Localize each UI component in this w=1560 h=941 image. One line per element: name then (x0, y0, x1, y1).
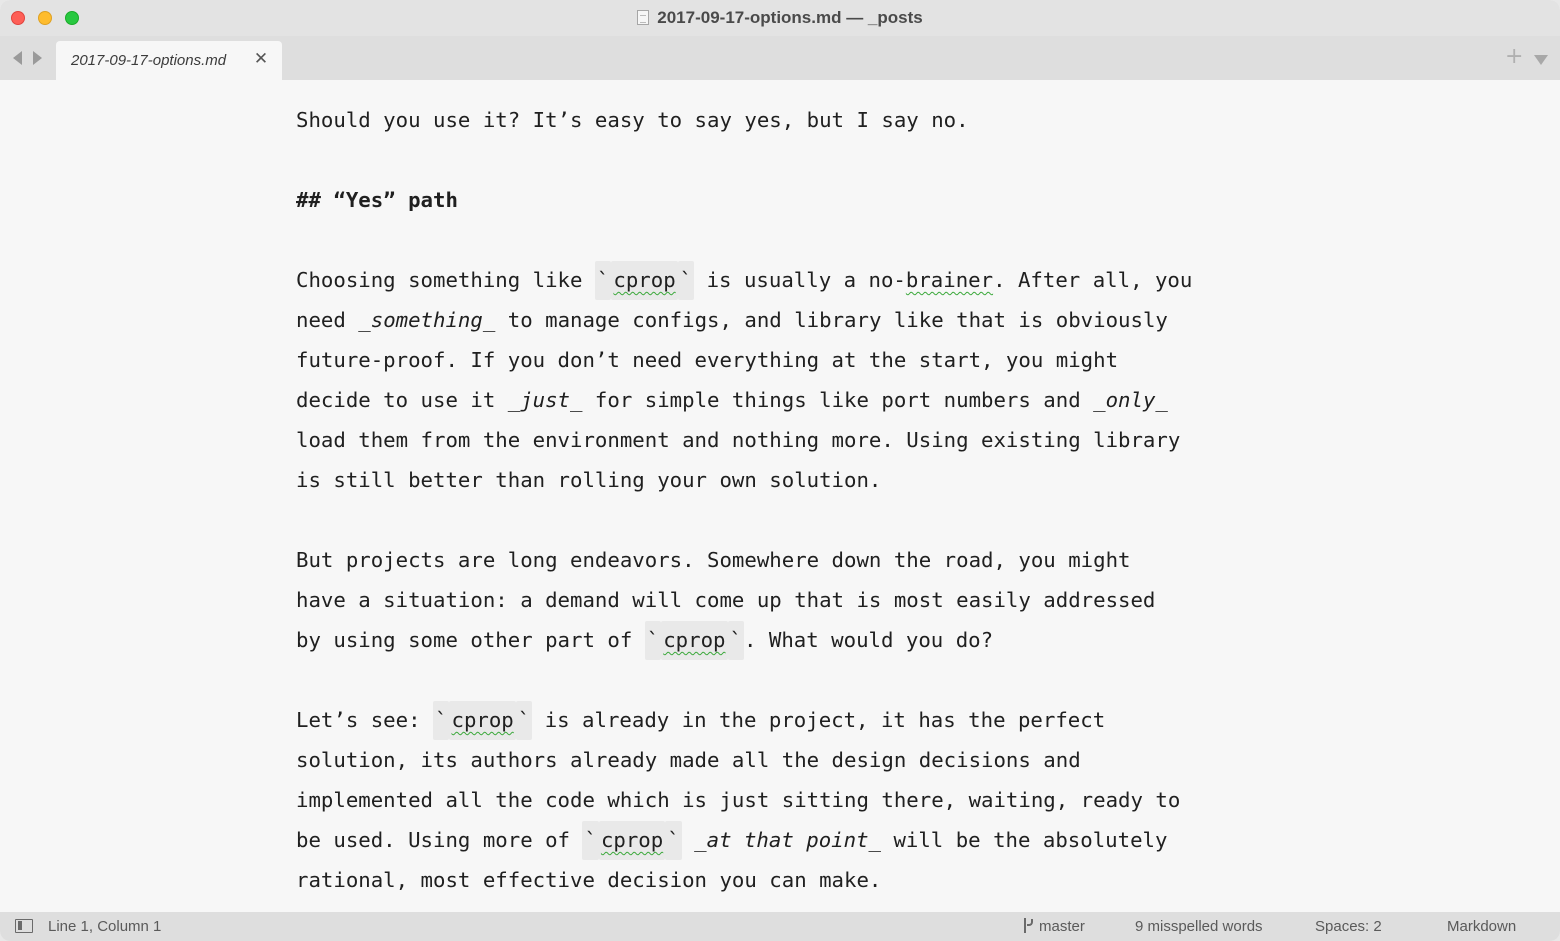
branch-name: master (1039, 918, 1085, 935)
blank-line[interactable] (296, 500, 1296, 540)
text-segment: be used. Using more of (296, 828, 583, 852)
git-branch-icon (1022, 918, 1033, 933)
italic-text: _only_ (1093, 388, 1168, 412)
text-editor[interactable]: Should you use it? It’s easy to say yes,… (0, 80, 1560, 912)
editor-window: 2017-09-17-options.md — _posts 2017-09-1… (0, 0, 1560, 941)
title-bar: 2017-09-17-options.md — _posts (0, 0, 1560, 36)
text-line[interactable]: solution, its authors already made all t… (296, 740, 1296, 780)
inline-code-tick: ` (594, 261, 612, 300)
sidebar-toggle-icon[interactable] (15, 919, 33, 933)
text-segment: have a situation: a demand will come up … (296, 588, 1156, 612)
text-segment (682, 828, 694, 852)
text-line[interactable]: But projects are long endeavors. Somewhe… (296, 540, 1296, 580)
italic-text: _at that point_ (694, 828, 881, 852)
git-branch-status[interactable]: master (1022, 918, 1085, 935)
text-segment: But projects are long endeavors. Somewhe… (296, 548, 1131, 572)
italic-text: _just_ (507, 388, 583, 412)
text-segment: by using some other part of (296, 628, 645, 652)
text-segment: is already in the project, it has the pe… (532, 708, 1106, 732)
misspelled-word: brainer (905, 268, 994, 292)
tab-active-file[interactable]: 2017-09-17-options.md ✕ (56, 41, 282, 80)
indentation-setting[interactable]: Spaces: 2 (1315, 918, 1382, 935)
inline-code-tick: ` (515, 701, 533, 740)
inline-code-tick: ` (665, 821, 682, 860)
text-line[interactable]: Let’s see: ` cprop ` is already in the pro… (296, 700, 1296, 740)
text-segment: is still better than rolling your own so… (296, 468, 882, 492)
text-segment: will be the absolutely (880, 828, 1168, 852)
close-icon[interactable]: ✕ (252, 49, 270, 69)
markdown-heading: ## “Yes” path (296, 188, 458, 212)
tab-back-arrow-icon[interactable] (13, 51, 22, 65)
text-segment: to manage configs, and library like that… (495, 308, 1168, 332)
text-segment: decide to use it (296, 388, 508, 412)
text-segment: . What would you do? (743, 628, 994, 652)
text-segment: . After all, you (993, 268, 1193, 292)
text-line[interactable]: rational, most effective decision you ca… (296, 860, 1296, 900)
text-segment: Choosing something like (296, 268, 595, 292)
text-segment: Let’s see: (296, 708, 434, 732)
window-title-container: 2017-09-17-options.md — _posts (0, 8, 1560, 28)
text-segment: need (296, 308, 359, 332)
plus-icon[interactable]: + (1505, 44, 1523, 69)
spelling-status[interactable]: 9 misspelled words (1135, 918, 1263, 935)
text-line[interactable]: by using some other part of ` cprop `. Wha… (296, 620, 1296, 660)
text-line[interactable]: Choosing something like ` cprop ` is usual… (296, 260, 1296, 300)
italic-text: _something_ (358, 308, 496, 332)
cursor-position[interactable]: Line 1, Column 1 (48, 918, 161, 935)
inline-code-tick: ` (727, 621, 744, 660)
inline-code-tick: ` (582, 821, 599, 860)
tab-bar: 2017-09-17-options.md ✕ + (0, 36, 1560, 80)
chevron-down-icon[interactable] (1534, 55, 1548, 65)
text-segment: is usually a no- (694, 268, 906, 292)
text-segment: future-proof. If you don’t need everythi… (296, 348, 1119, 372)
inline-code-tick: ` (433, 701, 450, 740)
tab-forward-arrow-icon[interactable] (33, 51, 42, 65)
tab-label: 2017-09-17-options.md (71, 52, 227, 69)
inline-code-misspelled: cprop (598, 821, 666, 860)
inline-code-tick: ` (644, 621, 662, 660)
inline-code-misspelled: cprop (661, 621, 728, 660)
text-segment: implemented all the code which is just s… (296, 788, 1181, 812)
text-line[interactable]: be used. Using more of ` cprop ` _at that … (296, 820, 1296, 860)
text-line[interactable]: future-proof. If you don’t need everythi… (296, 340, 1296, 380)
text-line[interactable]: load them from the environment and nothi… (296, 420, 1296, 460)
window-title: 2017-09-17-options.md — _posts (657, 8, 923, 27)
text-line[interactable]: decide to use it _just_ for simple thing… (296, 380, 1296, 420)
text-line[interactable]: have a situation: a demand will come up … (296, 580, 1296, 620)
blank-line[interactable] (296, 660, 1296, 700)
text-segment: for simple things like port numbers and (582, 388, 1094, 412)
text-segment: rational, most effective decision you ca… (296, 868, 882, 892)
editor-content[interactable]: Should you use it? It’s easy to say yes,… (296, 100, 1296, 900)
inline-code-misspelled: cprop (449, 701, 516, 740)
inline-code-tick: ` (677, 261, 695, 300)
syntax-selector[interactable]: Markdown (1447, 918, 1516, 935)
text-line[interactable]: ## “Yes” path (296, 180, 1296, 220)
text-line[interactable]: is still better than rolling your own so… (296, 460, 1296, 500)
text-line[interactable]: implemented all the code which is just s… (296, 780, 1296, 820)
status-bar: Line 1, Column 1 master 9 misspelled wor… (0, 912, 1560, 941)
text-segment: load them from the environment and nothi… (296, 428, 1181, 452)
blank-line[interactable] (296, 220, 1296, 260)
inline-code-misspelled: cprop (611, 261, 678, 300)
text-segment: solution, its authors already made all t… (296, 748, 1081, 772)
text-segment: Should you use it? It’s easy to say yes,… (296, 108, 969, 132)
text-line[interactable]: need _something_ to manage configs, and … (296, 300, 1296, 340)
document-icon (637, 10, 650, 25)
text-line[interactable]: Should you use it? It’s easy to say yes,… (296, 100, 1296, 140)
blank-line[interactable] (296, 140, 1296, 180)
